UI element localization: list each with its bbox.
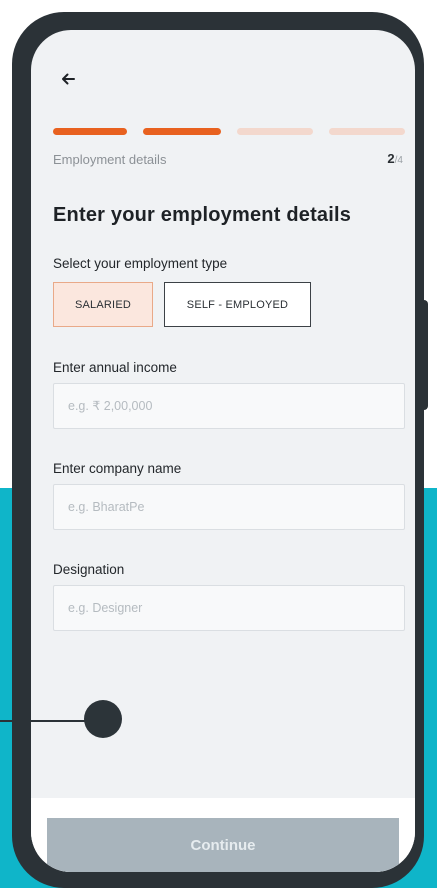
progress-segment-1 [53,128,127,135]
callout-pointer-line [0,720,90,722]
step-label: Employment details [53,152,167,167]
company-name-label: Enter company name [53,461,182,476]
continue-button[interactable]: Continue [47,818,399,872]
callout-pointer-dot [84,700,122,738]
salaried-option-button[interactable]: SALARIED [53,282,153,327]
annual-income-label: Enter annual income [53,360,177,375]
phone-screen: Employment details 2/4 Enter your employ… [31,30,415,872]
back-button[interactable] [53,64,83,94]
step-progress-bar [53,128,405,136]
arrow-left-icon [62,73,75,85]
progress-segment-2 [143,128,221,135]
progress-segment-3 [237,128,313,135]
step-counter: 2/4 [387,151,403,166]
step-total: /4 [394,155,403,166]
step-current: 2 [387,151,395,166]
designation-input[interactable] [53,585,405,631]
employment-type-label: Select your employment type [53,256,228,271]
company-name-input[interactable] [53,484,405,530]
annual-income-input[interactable] [53,383,405,429]
progress-segment-4 [329,128,405,135]
self-employed-option-button[interactable]: SELF - EMPLOYED [164,282,311,327]
page-title: Enter your employment details [53,204,352,226]
designation-label: Designation [53,562,125,577]
